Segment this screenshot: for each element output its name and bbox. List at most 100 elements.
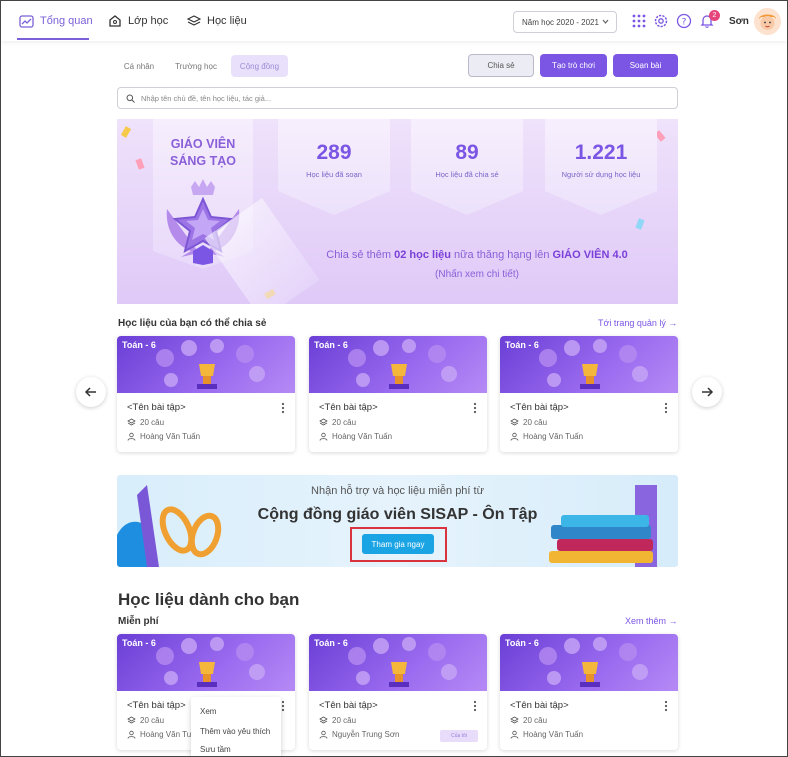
card-title: <Tên bài tập>: [319, 402, 378, 413]
card-count-text: 20 câu: [332, 418, 357, 427]
more-options-icon[interactable]: [472, 700, 478, 712]
user-name[interactable]: Sơn: [729, 16, 749, 27]
more-options-icon[interactable]: [472, 402, 478, 414]
card-count-text: 20 câu: [140, 716, 165, 725]
shareable-section-title: Học liệu của bạn có thể chia sẻ: [118, 318, 267, 329]
nav-materials-label: Học liệu: [207, 15, 247, 27]
free-section-title: Miễn phí: [118, 616, 159, 627]
material-card[interactable]: Toán - 6 <Tên bài tập> 20 câu Hoàng Văn …: [117, 336, 295, 452]
tab-community[interactable]: Cộng đồng: [231, 55, 288, 77]
stack-icon: [127, 716, 136, 724]
msg-rank: GIÁO VIÊN 4.0: [552, 249, 628, 261]
tab-personal[interactable]: Cá nhân: [117, 55, 161, 77]
layers-icon: [187, 15, 201, 26]
card-subject-tag: Toán - 6: [122, 638, 156, 648]
more-options-icon[interactable]: [280, 402, 286, 414]
more-options-icon[interactable]: [663, 700, 669, 712]
stack-icon: [127, 418, 136, 426]
school-year-select[interactable]: Năm học 2020 - 2021: [513, 11, 617, 33]
card-title: <Tên bài tập>: [510, 700, 569, 711]
card-author-text: Hoàng Văn Tuấn: [523, 432, 584, 441]
card-author: Hoàng Văn Tuấn: [127, 432, 200, 441]
card-author: Hoàng Văn Tuấn: [510, 730, 583, 739]
school-year-value: Năm học 2020 - 2021: [522, 17, 599, 27]
confetti: [135, 158, 145, 170]
rank-progress-message: Chia sẻ thêm 02 học liệu nữa thăng hạng …: [277, 249, 677, 261]
rank-title-line-1: GIÁO VIÊN: [170, 137, 236, 151]
search-icon: [126, 94, 135, 103]
help-icon[interactable]: ?: [676, 13, 692, 29]
stack-icon: [510, 716, 519, 724]
app-window: Tổng quan Lớp học Học liệu Năm học 2020 …: [0, 0, 788, 757]
nav-classes[interactable]: Lớp học: [108, 1, 168, 41]
stack-icon: [319, 716, 328, 724]
card-thumbnail: Toán - 6: [309, 634, 487, 691]
msg-prefix: Chia sẻ thêm: [326, 249, 395, 261]
create-game-button[interactable]: Tạo trò chơi: [540, 54, 607, 77]
card-count-text: 20 câu: [523, 716, 548, 725]
card-author-text: Hoàng Văn Tuấn: [140, 432, 201, 441]
card-question-count: 20 câu: [319, 418, 356, 427]
stat-shared-label: Học liệu đã chia sẻ: [435, 170, 499, 179]
user-icon: [127, 730, 136, 739]
stat-created-value: 289: [316, 141, 352, 164]
card-subject-tag: Toán - 6: [505, 638, 539, 648]
msg-count: 02 học liệu: [394, 249, 451, 261]
nav-materials[interactable]: Học liệu: [187, 1, 247, 41]
rank-title-line-2: SÁNG TẠO: [170, 154, 236, 168]
house-icon: [109, 15, 121, 27]
chart-icon: [19, 14, 34, 28]
manage-link[interactable]: Tới trang quản lý →: [598, 318, 677, 328]
nav-classes-label: Lớp học: [128, 15, 169, 27]
apps-grid-icon[interactable]: [631, 13, 647, 29]
see-more-link[interactable]: Xem thêm →: [625, 616, 678, 626]
stat-users-label: Người sử dụng học liệu: [561, 170, 641, 179]
card-author-text: Hoàng Văn Tuấn: [332, 432, 393, 441]
stat-created-label: Học liệu đã soạn: [306, 170, 362, 179]
card-title: <Tên bài tập>: [319, 700, 378, 711]
stat-ribbon: [545, 119, 657, 215]
more-options-icon[interactable]: [663, 402, 669, 414]
new-lesson-button[interactable]: Soạn bài: [613, 54, 678, 77]
join-now-button[interactable]: Tham gia ngay: [362, 534, 434, 554]
stack-icon: [510, 418, 519, 426]
menu-item-favorite[interactable]: Thêm vào yêu thích: [200, 727, 270, 736]
carousel-next-button[interactable]: [692, 377, 722, 407]
arrow-left-icon: [84, 387, 96, 397]
card-author: Hoàng Văn Tu: [127, 730, 191, 739]
owner-chip: Của tôi: [440, 730, 478, 742]
rank-title: GIÁO VIÊN SÁNG TẠO: [153, 136, 253, 170]
promo-title: Cộng đồng giáo viên SISAP - Ôn Tập: [257, 506, 538, 523]
avatar[interactable]: [754, 8, 781, 35]
share-button[interactable]: Chia sẻ: [468, 54, 534, 77]
nav-overview-label: Tổng quan: [40, 15, 93, 27]
msg-middle: nữa thăng hạng lên: [450, 249, 553, 261]
card-thumbnail: Toán - 6: [117, 634, 295, 691]
rank-banner[interactable]: GIÁO VIÊN SÁNG TẠO 289 Học liệu đã soạn …: [117, 119, 678, 304]
card-author: Hoàng Văn Tuấn: [510, 432, 583, 441]
stat-ribbon: [278, 119, 390, 215]
menu-item-collect[interactable]: Sưu tầm: [200, 745, 231, 754]
arrow-right-icon: [702, 387, 714, 397]
menu-item-view[interactable]: Xem: [200, 707, 216, 716]
tab-school[interactable]: Trường học: [168, 55, 224, 77]
top-navbar: Tổng quan Lớp học Học liệu Năm học 2020 …: [1, 1, 787, 41]
material-card[interactable]: Toán - 6 <Tên bài tập> 20 câu Nguyễn Tru…: [309, 634, 487, 750]
rank-detail-hint[interactable]: (Nhấn xem chi tiết): [277, 269, 677, 280]
confetti: [120, 126, 132, 138]
search-input[interactable]: Nhập tên chủ đề, tên học liệu, tác giả..…: [117, 87, 678, 109]
material-card[interactable]: Toán - 6 <Tên bài tập> 20 câu Hoàng Văn …: [500, 634, 678, 750]
gear-icon[interactable]: [653, 13, 669, 29]
stat-shared-value: 89: [455, 141, 479, 164]
user-icon: [510, 432, 519, 441]
carousel-prev-button[interactable]: [76, 377, 106, 407]
material-card[interactable]: Toán - 6 <Tên bài tập> 20 câu Hoàng Văn …: [500, 336, 678, 452]
user-icon: [510, 730, 519, 739]
card-subject-tag: Toán - 6: [314, 638, 348, 648]
nav-overview[interactable]: Tổng quan: [19, 1, 93, 41]
material-card[interactable]: Toán - 6 <Tên bài tập> 20 câu Hoàng Văn …: [309, 336, 487, 452]
card-thumbnail: Toán - 6: [500, 634, 678, 691]
card-title: <Tên bài tập>: [127, 700, 186, 711]
card-subject-tag: Toán - 6: [505, 340, 539, 350]
stat-users-value: 1.221: [574, 141, 628, 164]
